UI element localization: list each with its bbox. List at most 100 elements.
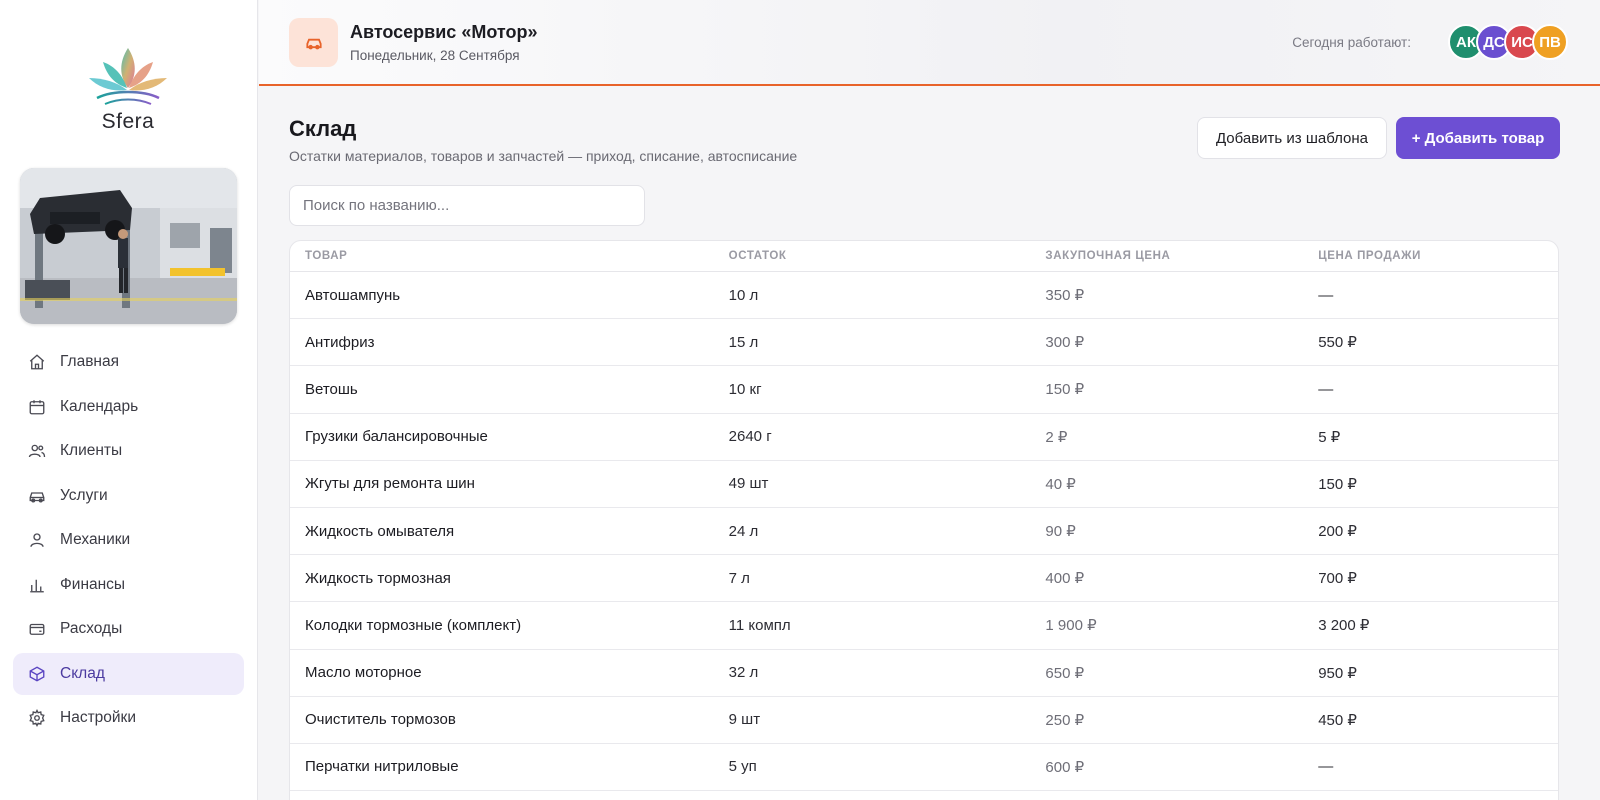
cell-stock: 7 л	[728, 569, 750, 587]
cell-item-name: Автошампунь	[305, 286, 401, 304]
table-row[interactable]: Очиститель тормозов 9 шт 250 ₽ 450 ₽	[290, 697, 1558, 744]
column-header-stock[interactable]: Остаток	[729, 250, 1046, 262]
cell-stock: 10 кг	[728, 380, 762, 398]
sidebar-item-finance[interactable]: Финансы	[13, 564, 244, 606]
sidebar-item-expenses[interactable]: Расходы	[13, 608, 244, 650]
business-title: Автосервис «Мотор»	[350, 22, 538, 42]
sidebar-item-calendar[interactable]: Календарь	[13, 386, 244, 428]
cell-sale-price: —	[1318, 380, 1334, 398]
cell-stock: 32 л	[728, 664, 759, 682]
page-subtitle: Остатки материалов, товаров и запчастей …	[289, 148, 798, 164]
cell-item-name: Жидкость тормозная	[305, 569, 451, 587]
car-icon	[27, 486, 47, 506]
sidebar-item-label: Календарь	[60, 397, 139, 415]
table-header: Товар Остаток Закупочная цена Цена прода…	[290, 241, 1558, 272]
cell-purchase-price: 40 ₽	[1045, 475, 1076, 493]
cell-item-name: Антифриз	[305, 333, 375, 351]
cell-item-name: Ветошь	[305, 380, 358, 398]
cell-purchase-price: 400 ₽	[1045, 570, 1085, 588]
cell-sale-price: 550 ₽	[1318, 334, 1357, 352]
table-row[interactable]	[290, 791, 1558, 800]
gear-icon	[27, 708, 47, 728]
cell-stock: 2640 г	[728, 428, 772, 446]
sidebar-item-services[interactable]: Услуги	[13, 475, 244, 517]
sidebar-item-label: Склад	[60, 664, 105, 682]
current-date: Понедельник, 28 Сентября	[350, 48, 520, 63]
cell-stock: 9 шт	[728, 711, 761, 729]
sidebar-item-label: Механики	[60, 531, 131, 548]
cell-sale-price: 950 ₽	[1318, 664, 1357, 682]
sidebar-item-label: Финансы	[60, 575, 126, 593]
cell-purchase-price: 150 ₽	[1045, 381, 1085, 399]
cell-purchase-price: 250 ₽	[1045, 711, 1085, 729]
sidebar-item-mechanics[interactable]: Механики	[13, 519, 244, 561]
cell-sale-price: 700 ₽	[1318, 570, 1357, 588]
cell-purchase-price: 650 ₽	[1045, 664, 1085, 682]
cell-stock: 49 шт	[728, 475, 769, 493]
table-row[interactable]: Перчатки нитриловые 5 уп 600 ₽ —	[290, 744, 1558, 792]
table-row[interactable]: Масло моторное 32 л 650 ₽ 950 ₽	[290, 650, 1558, 697]
sidebar-item-home[interactable]: Главная	[13, 341, 244, 383]
home-icon	[27, 352, 47, 372]
calendar-icon	[27, 397, 47, 417]
cell-sale-price: —	[1318, 758, 1334, 776]
inventory-table: Товар Остаток Закупочная цена Цена прода…	[289, 240, 1559, 800]
table-row[interactable]: Грузики балансировочные 2640 г 2 ₽ 5 ₽	[290, 414, 1558, 461]
table-row[interactable]: Автошампунь 10 л 350 ₽ —	[290, 272, 1558, 320]
avatar[interactable]: ПВ	[1532, 24, 1568, 60]
lotus-logo-icon	[89, 48, 167, 105]
cell-stock: 11 компл	[728, 616, 791, 634]
cell-sale-price: 450 ₽	[1318, 711, 1357, 729]
service-photo	[20, 168, 237, 324]
sidebar-item-clients[interactable]: Клиенты	[13, 430, 244, 472]
sidebar: Sfera Главная Календарь Клиенты Услуги М…	[0, 0, 258, 800]
user-icon	[27, 530, 47, 550]
cell-item-name: Грузики балансировочные	[305, 428, 488, 446]
logo[interactable]: Sfera	[70, 40, 186, 134]
table-row[interactable]: Антифриз 15 л 300 ₽ 550 ₽	[290, 319, 1558, 367]
car-brand-icon	[289, 18, 338, 67]
cell-stock: 5 уп	[728, 758, 757, 776]
cell-purchase-price: 300 ₽	[1045, 334, 1085, 352]
add-item-button[interactable]: + Добавить товар	[1396, 117, 1560, 159]
column-header-sale-price[interactable]: Цена продажи	[1318, 250, 1558, 262]
cell-sale-price: 200 ₽	[1318, 523, 1357, 541]
logo-text: Sfera	[101, 110, 155, 133]
cell-purchase-price: 90 ₽	[1045, 523, 1076, 541]
cell-stock: 15 л	[728, 333, 759, 351]
cell-item-name: Колодки тормозные (комплект)	[305, 616, 522, 634]
cell-stock: 24 л	[728, 522, 759, 540]
cell-purchase-price: 1 900 ₽	[1045, 617, 1097, 635]
bar-chart-icon	[27, 575, 47, 595]
sidebar-nav: Главная Календарь Клиенты Услуги Механик…	[13, 341, 244, 742]
cell-item-name: Жидкость омывателя	[305, 522, 455, 540]
cell-purchase-price: 350 ₽	[1045, 287, 1085, 305]
staff-avatars: АК ДС ИС ПВ	[1448, 24, 1568, 60]
box-icon	[27, 664, 47, 684]
garage-photo-image	[20, 168, 237, 324]
cell-purchase-price: 2 ₽	[1045, 428, 1068, 446]
add-from-template-button[interactable]: Добавить из шаблона	[1197, 117, 1387, 159]
wallet-icon	[27, 619, 47, 639]
table-row[interactable]: Ветошь 10 кг 150 ₽ —	[290, 366, 1558, 414]
sidebar-item-label: Настройки	[60, 709, 137, 726]
top-header: Автосервис «Мотор» Понедельник, 28 Сентя…	[259, 0, 1600, 86]
sidebar-item-warehouse[interactable]: Склад	[13, 652, 244, 695]
search-input[interactable]	[289, 185, 645, 226]
working-today-label: Сегодня работают:	[1292, 35, 1411, 50]
sidebar-item-label: Услуги	[60, 486, 108, 504]
table-row[interactable]: Жгуты для ремонта шин 49 шт 40 ₽ 150 ₽	[290, 461, 1558, 508]
sidebar-item-settings[interactable]: Настройки	[13, 697, 244, 739]
column-header-purchase-price[interactable]: Закупочная цена	[1045, 250, 1318, 262]
sidebar-item-label: Расходы	[60, 620, 123, 637]
cell-item-name: Жгуты для ремонта шин	[305, 475, 475, 493]
cell-purchase-price: 600 ₽	[1045, 758, 1085, 776]
cell-sale-price: 150 ₽	[1318, 475, 1357, 493]
table-row[interactable]: Жидкость тормозная 7 л 400 ₽ 700 ₽	[290, 555, 1558, 603]
sidebar-item-label: Клиенты	[60, 442, 123, 459]
cell-sale-price: 5 ₽	[1318, 428, 1341, 446]
table-row[interactable]: Колодки тормозные (комплект) 11 компл 1 …	[290, 602, 1558, 650]
column-header-item[interactable]: Товар	[290, 250, 729, 262]
page-title: Склад	[289, 116, 357, 141]
table-row[interactable]: Жидкость омывателя 24 л 90 ₽ 200 ₽	[290, 508, 1558, 556]
